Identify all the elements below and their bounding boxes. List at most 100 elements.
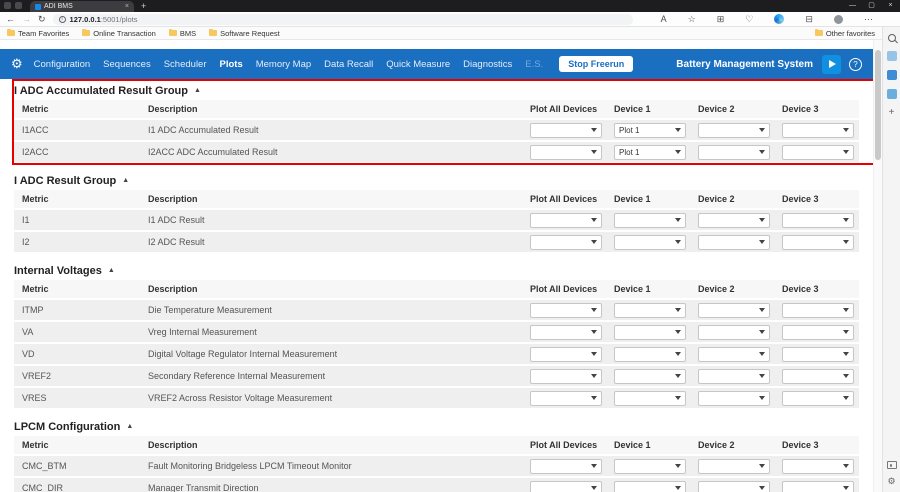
screenshot-icon[interactable] bbox=[887, 461, 897, 469]
favorites-bar-item[interactable]: Team Favorites bbox=[7, 29, 69, 38]
essentials-icon[interactable]: ♡ bbox=[745, 14, 753, 24]
minimize-button[interactable]: — bbox=[843, 0, 862, 12]
help-icon[interactable]: ? bbox=[849, 58, 862, 71]
workspaces-icon[interactable] bbox=[4, 2, 11, 9]
device-1-dropdown[interactable] bbox=[614, 481, 686, 492]
plot-all-devices-dropdown[interactable] bbox=[530, 459, 602, 474]
device-3-dropdown[interactable] bbox=[782, 459, 854, 474]
tab-close-icon[interactable]: × bbox=[125, 3, 129, 10]
refresh-icon[interactable]: ↻ bbox=[38, 12, 46, 26]
device-1-dropdown[interactable] bbox=[614, 325, 686, 340]
maximize-button[interactable]: ▢ bbox=[862, 0, 881, 12]
more-icon[interactable]: ⋯ bbox=[864, 14, 873, 24]
device-2-dropdown[interactable] bbox=[698, 303, 770, 318]
device-1-dropdown[interactable]: Plot 1 bbox=[614, 145, 686, 160]
device-3-dropdown[interactable] bbox=[782, 303, 854, 318]
collapse-up-icon[interactable]: ▲ bbox=[108, 267, 115, 274]
device-2-dropdown[interactable] bbox=[698, 347, 770, 362]
plot-all-devices-dropdown[interactable] bbox=[530, 303, 602, 318]
nav-item-memory-map[interactable]: Memory Map bbox=[256, 59, 311, 70]
layers-icon[interactable] bbox=[887, 51, 897, 61]
nav-item-plots[interactable]: Plots bbox=[220, 59, 243, 70]
office-icon[interactable] bbox=[887, 89, 897, 99]
bing-icon[interactable] bbox=[887, 70, 897, 80]
device-2-dropdown[interactable] bbox=[698, 235, 770, 250]
device-1-dropdown[interactable] bbox=[614, 213, 686, 228]
tab-actions-icon[interactable] bbox=[15, 2, 22, 9]
device-3-dropdown[interactable] bbox=[782, 347, 854, 362]
device-3-dropdown[interactable] bbox=[782, 325, 854, 340]
favorites-star-icon[interactable]: ☆ bbox=[688, 14, 696, 24]
collapse-up-icon[interactable]: ▲ bbox=[126, 423, 133, 430]
site-info-icon[interactable]: i bbox=[59, 16, 66, 23]
device-2-dropdown[interactable] bbox=[698, 369, 770, 384]
device-1-dropdown[interactable] bbox=[614, 369, 686, 384]
device-3-dropdown[interactable] bbox=[782, 481, 854, 492]
search-icon[interactable] bbox=[888, 34, 896, 42]
nav-item-quick-measure[interactable]: Quick Measure bbox=[386, 59, 450, 70]
back-icon[interactable]: ← bbox=[6, 12, 15, 26]
other-favorites[interactable]: Other favorites bbox=[815, 29, 875, 38]
read-aloud-icon[interactable]: A bbox=[661, 14, 667, 24]
device-1-dropdown[interactable] bbox=[614, 391, 686, 406]
nav-item-scheduler[interactable]: Scheduler bbox=[164, 59, 207, 70]
select-cell bbox=[530, 325, 614, 340]
plots-content: I ADC Accumulated Result Group▲MetricDes… bbox=[0, 79, 873, 492]
gear-icon[interactable]: ⚙ bbox=[11, 49, 23, 79]
device-3-dropdown[interactable] bbox=[782, 235, 854, 250]
device-2-dropdown[interactable] bbox=[698, 123, 770, 138]
device-3-dropdown[interactable] bbox=[782, 369, 854, 384]
profile-avatar[interactable] bbox=[834, 15, 843, 24]
table-row: I2I2 ADC Result bbox=[14, 232, 859, 252]
copilot-icon[interactable] bbox=[774, 14, 784, 24]
nav-item-e-s[interactable]: E.S. bbox=[525, 59, 543, 70]
plot-all-devices-dropdown[interactable] bbox=[530, 391, 602, 406]
collapse-up-icon[interactable]: ▲ bbox=[122, 177, 129, 184]
chevron-down-icon bbox=[591, 486, 597, 490]
device-1-dropdown[interactable] bbox=[614, 235, 686, 250]
device-1-dropdown[interactable] bbox=[614, 347, 686, 362]
plot-all-devices-dropdown[interactable] bbox=[530, 123, 602, 138]
chevron-down-icon bbox=[759, 330, 765, 334]
favorites-bar-item[interactable]: Online Transaction bbox=[82, 29, 156, 38]
device-3-dropdown[interactable] bbox=[782, 145, 854, 160]
plot-all-devices-dropdown[interactable] bbox=[530, 481, 602, 492]
device-3-dropdown[interactable] bbox=[782, 213, 854, 228]
address-bar[interactable]: i 127.0.0.1:5001/plots bbox=[53, 14, 633, 25]
device-2-dropdown[interactable] bbox=[698, 145, 770, 160]
collapse-up-icon[interactable]: ▲ bbox=[194, 87, 201, 94]
collections-icon[interactable]: ⊞ bbox=[717, 14, 725, 24]
nav-item-configuration[interactable]: Configuration bbox=[34, 59, 91, 70]
plot-all-devices-dropdown[interactable] bbox=[530, 145, 602, 160]
stop-freerun-button[interactable]: Stop Freerun bbox=[559, 56, 633, 72]
close-button[interactable]: × bbox=[881, 0, 900, 12]
page-scrollbar[interactable] bbox=[873, 40, 882, 492]
device-2-dropdown[interactable] bbox=[698, 325, 770, 340]
device-2-dropdown[interactable] bbox=[698, 213, 770, 228]
device-2-dropdown[interactable] bbox=[698, 459, 770, 474]
favorites-bar-item[interactable]: Software Request bbox=[209, 29, 280, 38]
nav-item-sequences[interactable]: Sequences bbox=[103, 59, 151, 70]
plus-icon[interactable]: + bbox=[889, 108, 895, 118]
nav-item-diagnostics[interactable]: Diagnostics bbox=[463, 59, 512, 70]
settings-icon[interactable]: ⚙ bbox=[887, 477, 895, 486]
device-2-dropdown[interactable] bbox=[698, 481, 770, 492]
browser-tab[interactable]: ADI BMS × bbox=[30, 1, 134, 12]
favorites-bar-item[interactable]: BMS bbox=[169, 29, 196, 38]
device-1-dropdown[interactable] bbox=[614, 459, 686, 474]
split-screen-icon[interactable]: ⊟ bbox=[805, 14, 813, 24]
device-1-dropdown[interactable] bbox=[614, 303, 686, 318]
device-2-dropdown[interactable] bbox=[698, 391, 770, 406]
device-3-dropdown[interactable] bbox=[782, 391, 854, 406]
plot-all-devices-dropdown[interactable] bbox=[530, 369, 602, 384]
nav-item-data-recall[interactable]: Data Recall bbox=[324, 59, 373, 70]
plot-all-devices-dropdown[interactable] bbox=[530, 235, 602, 250]
device-1-dropdown[interactable]: Plot 1 bbox=[614, 123, 686, 138]
new-tab-button[interactable]: + bbox=[141, 0, 146, 12]
forward-icon[interactable]: → bbox=[22, 12, 31, 26]
plot-all-devices-dropdown[interactable] bbox=[530, 213, 602, 228]
plot-all-devices-dropdown[interactable] bbox=[530, 347, 602, 362]
device-3-dropdown[interactable] bbox=[782, 123, 854, 138]
plot-all-devices-dropdown[interactable] bbox=[530, 325, 602, 340]
scrollbar-thumb[interactable] bbox=[875, 50, 881, 160]
